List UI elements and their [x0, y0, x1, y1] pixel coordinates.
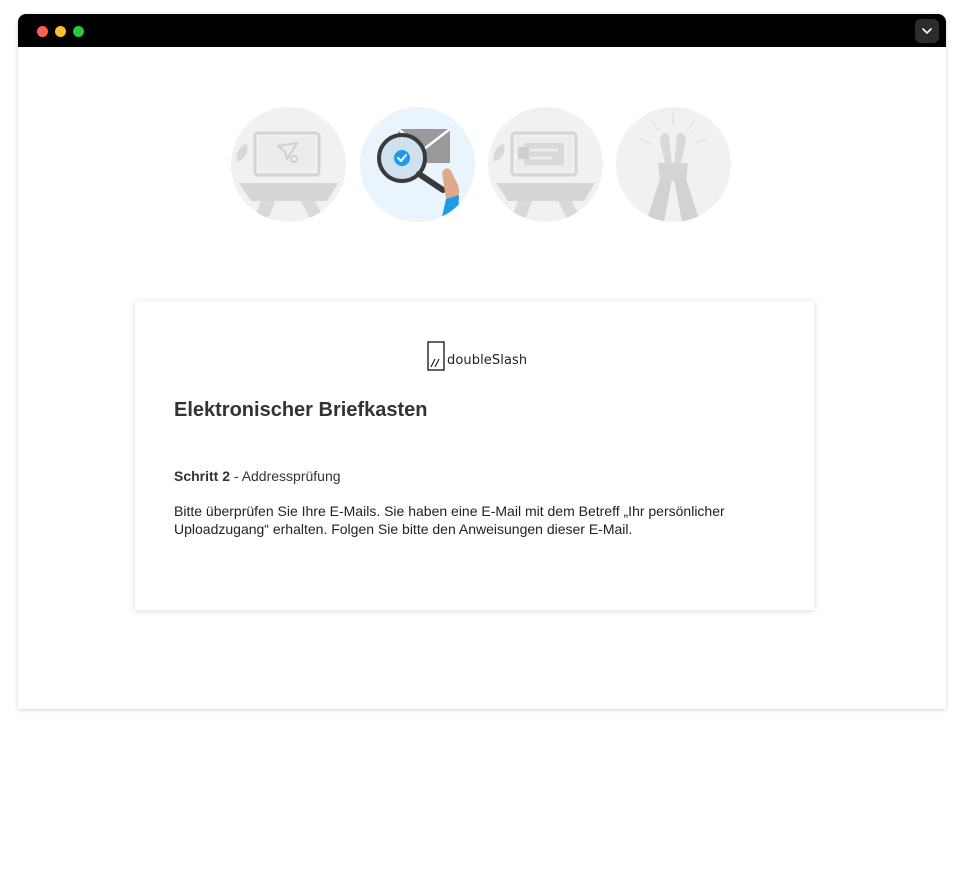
- step-1-circle: [231, 107, 346, 222]
- step-separator: -: [230, 468, 242, 484]
- mail-search-icon: [377, 128, 460, 217]
- doubleslash-logo: doubleSlash: [427, 341, 527, 373]
- hands-raised-icon: [639, 113, 707, 222]
- page-title: Elektronischer Briefkasten: [174, 399, 428, 421]
- browser-window: doubleSlash Elektronischer Briefkasten S…: [18, 14, 946, 709]
- step-label: Schritt 2: [174, 468, 231, 484]
- info-card: doubleSlash Elektronischer Briefkasten S…: [135, 301, 814, 610]
- laptop-form-icon: [493, 131, 595, 217]
- slash-logo-icon: [427, 341, 445, 371]
- step-indicator: Schritt 2 - Addressprüfung: [174, 468, 341, 484]
- step-2-circle: [360, 107, 475, 222]
- step-3-circle: [488, 107, 603, 222]
- step-4-circle: [616, 107, 731, 222]
- progress-steps: [18, 47, 946, 247]
- step-name: Addressprüfung: [241, 468, 341, 484]
- laptop-send-icon: [236, 131, 338, 217]
- chevron-down-icon: [922, 28, 932, 34]
- instruction-text: Bitte überprüfen Sie Ihre E-Mails. Sie h…: [174, 503, 725, 537]
- minimize-window-button[interactable]: [55, 26, 66, 37]
- maximize-window-button[interactable]: [73, 26, 84, 37]
- logo-text: doubleSlash: [447, 353, 528, 368]
- window-titlebar: [18, 14, 946, 47]
- close-window-button[interactable]: [37, 26, 48, 37]
- window-menu-button[interactable]: [915, 19, 939, 43]
